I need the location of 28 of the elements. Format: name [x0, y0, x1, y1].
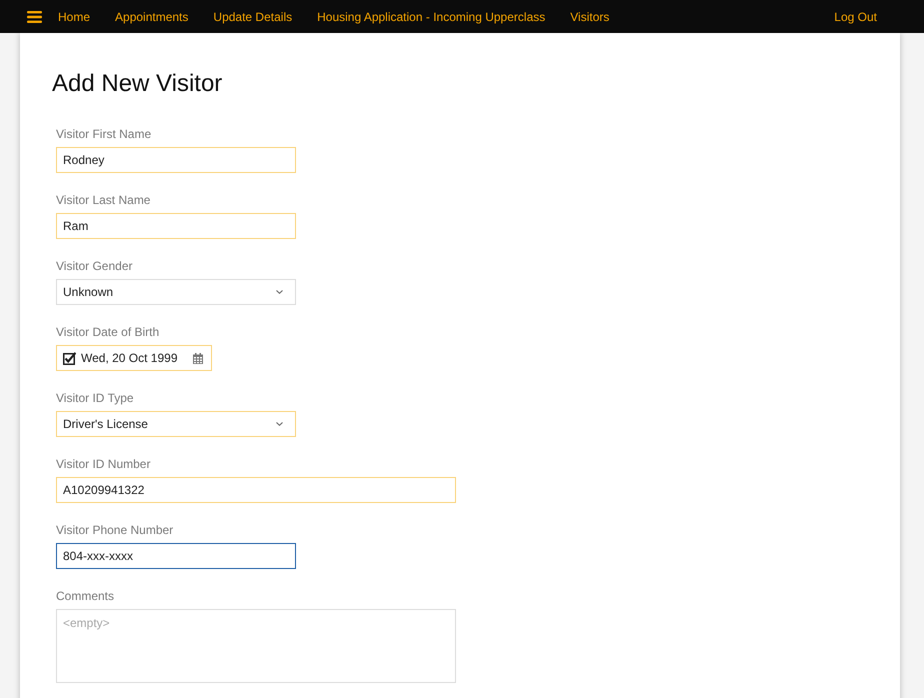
- field-label: Visitor Phone Number: [56, 523, 174, 537]
- field-label: Visitor ID Number: [56, 457, 150, 471]
- field-label: Visitor Last Name: [56, 193, 150, 207]
- nav-link[interactable]: Housing Application - Incoming Upperclass: [317, 10, 546, 24]
- date-field[interactable]: Wed, 20 Oct 1999: [56, 345, 212, 371]
- select-field[interactable]: Driver's License: [56, 411, 296, 437]
- field-label: Visitor First Name: [56, 127, 152, 141]
- page-title: Add New Visitor: [52, 69, 224, 99]
- field-label: Comments: [56, 589, 114, 603]
- input-field[interactable]: Rodney: [56, 147, 296, 173]
- input-field[interactable]: 804-xxx-xxxx: [56, 543, 296, 569]
- checked-checkbox-icon[interactable]: [63, 352, 76, 364]
- nav-link[interactable]: Appointments: [115, 10, 188, 24]
- input-field[interactable]: A10209941322: [56, 477, 456, 503]
- comments-field[interactable]: <empty>: [56, 609, 456, 683]
- select-field[interactable]: Unknown: [56, 279, 296, 305]
- field-label: Visitor Date of Birth: [56, 325, 160, 339]
- nav-link[interactable]: Update Details: [213, 10, 292, 24]
- log-out-link[interactable]: Log Out: [834, 10, 877, 24]
- caret-icon: [276, 290, 283, 294]
- nav-link[interactable]: Home: [58, 10, 90, 24]
- menu-icon[interactable]: [27, 10, 42, 22]
- field-label: Visitor ID Type: [56, 391, 134, 405]
- caret-icon: [276, 422, 283, 426]
- field-label: Visitor Gender: [56, 259, 132, 273]
- calendar-icon[interactable]: [192, 352, 203, 364]
- input-field[interactable]: Ram: [56, 213, 296, 239]
- nav-link[interactable]: Visitors: [570, 10, 610, 24]
